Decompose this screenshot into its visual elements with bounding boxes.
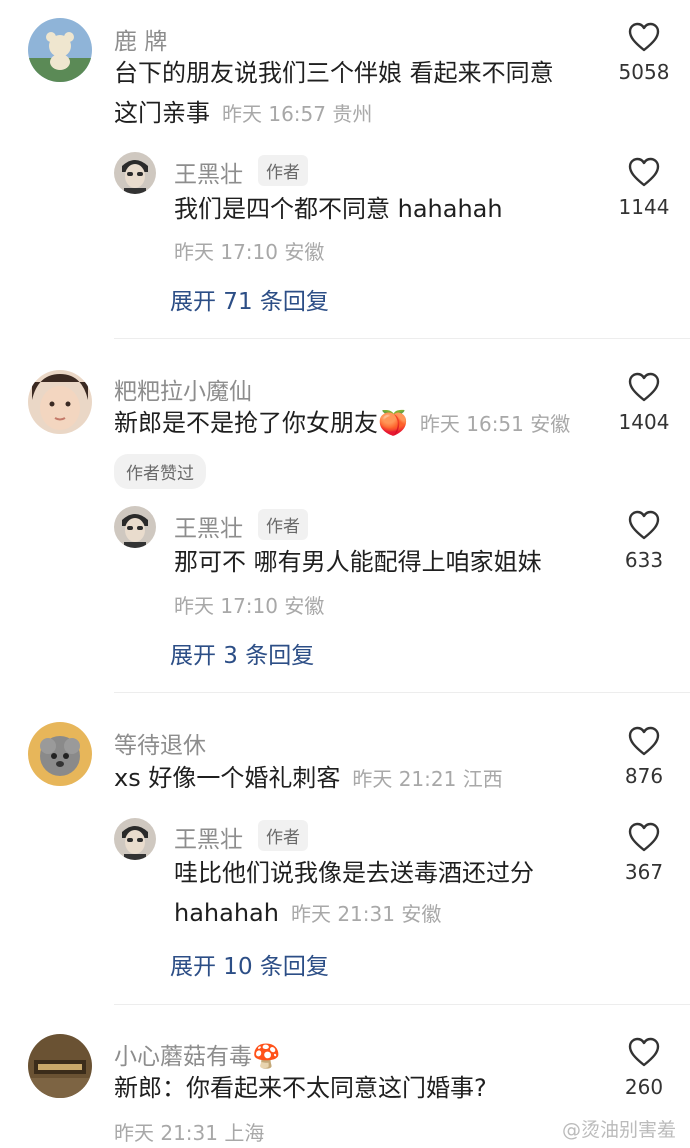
comment-meta: 昨天 16:57 贵州 [222,102,373,126]
expand-replies-link[interactable]: 展开 10 条回复 [170,947,329,981]
watermark: @烫油别害羞 [561,1119,676,1141]
heart-icon [628,1037,660,1067]
reply-text: 哇比他们说我像是去送毒酒还过分 [174,859,534,887]
comment-meta: 昨天 16:51 安徽 [419,412,571,436]
like-count: 367 [624,860,664,884]
heart-icon [628,822,660,852]
author-badge: 作者 [258,509,308,540]
comment-username[interactable]: 等待退休 [114,726,206,760]
like-button[interactable]: 5058 [609,22,679,84]
comment-text: 新郎：你看起来不太同意这门婚事? [114,1074,487,1102]
comment-text: xs 好像一个婚礼刺客 [114,764,341,792]
like-button[interactable]: 1144 [609,157,679,219]
comment-text: 台下的朋友说我们三个伴娘 看起来不同意 [114,59,554,87]
heart-icon [628,510,660,540]
reply-meta: 昨天 17:10 安徽 [174,240,325,264]
heart-icon [628,157,660,187]
like-count: 1144 [618,195,670,219]
avatar[interactable] [28,722,92,786]
heart-icon [628,726,660,756]
author-liked-badge: 作者赞过 [114,454,206,489]
divider [114,1004,690,1005]
reply-text: 那可不 哪有男人能配得上咱家姐妹 [174,548,542,576]
author-badge: 作者 [258,820,308,851]
like-button[interactable]: 633 [609,510,679,572]
expand-replies-link[interactable]: 展开 3 条回复 [170,636,314,670]
avatar[interactable] [28,18,92,82]
reply-text: 我们是四个都不同意 hahahah [174,195,503,223]
peach-emoji-icon: 🍑 [378,409,408,437]
like-button[interactable]: 876 [609,726,679,788]
divider [114,692,690,693]
avatar[interactable] [28,370,92,434]
like-count: 1404 [618,410,670,434]
avatar[interactable] [114,818,156,860]
like-count: 633 [624,548,664,572]
comment-meta: 昨天 21:21 江西 [352,767,503,791]
heart-icon [628,372,660,402]
reply-meta: 昨天 17:10 安徽 [174,594,325,618]
comment-username[interactable]: 鹿 牌 [114,22,167,56]
avatar[interactable] [114,152,156,194]
like-button[interactable]: 260 [609,1037,679,1099]
like-count: 876 [624,764,664,788]
like-count: 260 [624,1075,664,1099]
reply-meta: 昨天 21:31 安徽 [290,902,442,926]
like-button[interactable]: 1404 [609,372,679,434]
like-count: 5058 [618,60,670,84]
reply-text-continued: hahahah [174,899,279,927]
reply-username[interactable]: 王黑壮 [174,155,243,189]
comment-username[interactable]: 小心蘑菇有毒 [114,1044,252,1070]
reply-username[interactable]: 王黑壮 [174,820,243,854]
comment-username[interactable]: 粑粑拉小魔仙 [114,372,252,406]
heart-icon [628,22,660,52]
author-badge: 作者 [258,155,308,186]
like-button[interactable]: 367 [609,822,679,884]
comment-meta: 昨天 21:31 上海 [114,1121,265,1145]
comment-text-continued: 这门亲事 [114,99,210,127]
avatar[interactable] [114,506,156,548]
mushroom-emoji-icon: 🍄 [252,1044,281,1070]
divider [114,338,690,339]
comment-text: 新郎是不是抢了你女朋友 [114,409,378,437]
reply-username[interactable]: 王黑壮 [174,509,243,543]
expand-replies-link[interactable]: 展开 71 条回复 [170,282,329,316]
avatar[interactable] [28,1034,92,1098]
